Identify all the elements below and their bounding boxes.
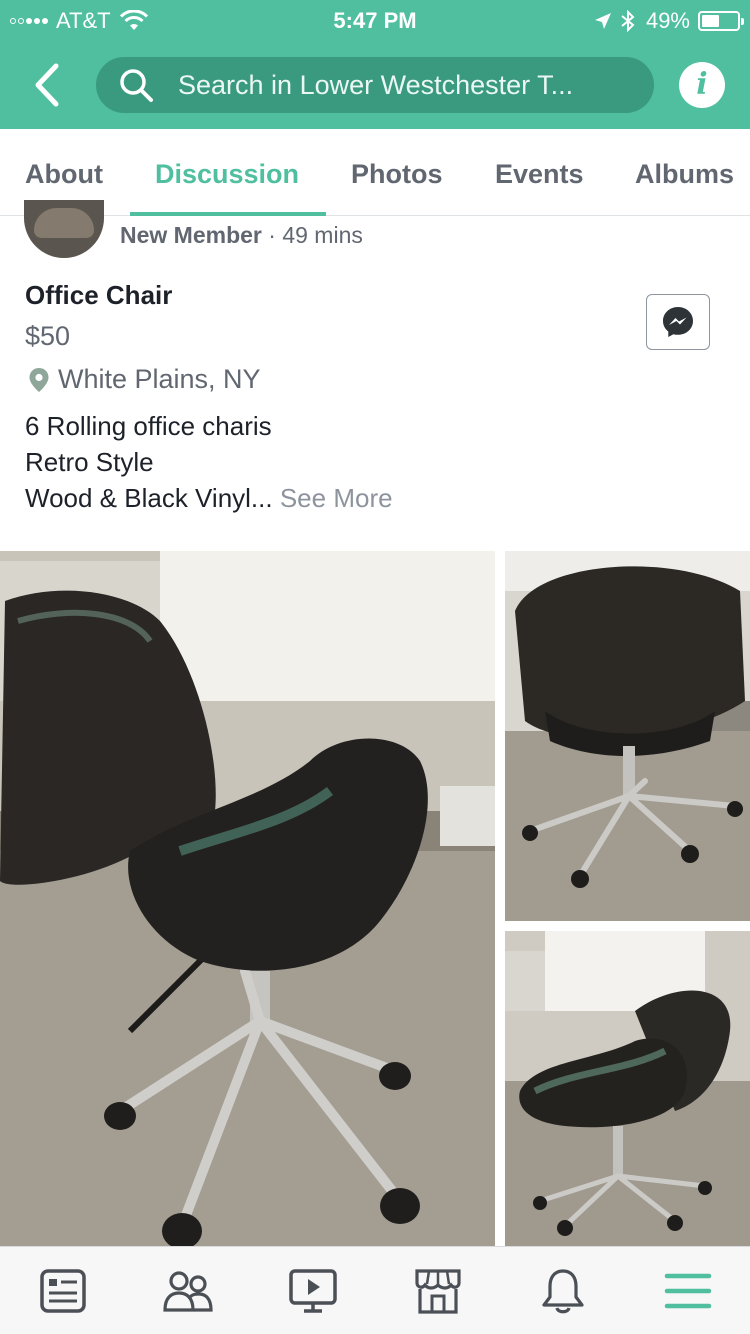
group-search-bar[interactable]: Search in Lower Westchester T... [96, 57, 654, 113]
listing-location: White Plains, NY [28, 364, 261, 395]
chevron-left-icon [35, 63, 59, 107]
description-line: Wood & Black Vinyl... [25, 483, 273, 513]
battery-percent: 49% [645, 8, 690, 33]
listing-photo-main[interactable] [0, 551, 495, 1246]
groups-icon[interactable] [162, 1265, 214, 1317]
info-icon[interactable]: i [679, 62, 725, 108]
active-tab-indicator [130, 212, 326, 216]
status-bar: AT&T 5:47 PM 49% [0, 0, 750, 40]
back-button[interactable] [28, 62, 68, 108]
group-tabs: About Discussion Photos Events Albums [0, 129, 750, 216]
menu-icon[interactable] [662, 1265, 714, 1317]
watch-video-icon[interactable] [287, 1265, 339, 1317]
listing-description: 6 Rolling office charis Retro Style Wood… [25, 408, 393, 516]
post-meta: New Member · 49 mins [120, 222, 363, 249]
listing-photo-back-view[interactable] [505, 551, 750, 921]
battery-icon [698, 11, 744, 31]
notifications-bell-icon[interactable] [537, 1265, 589, 1317]
listing-photo-side-view[interactable] [505, 931, 750, 1246]
location-arrow-icon [594, 13, 611, 29]
bottom-navigation [0, 1246, 750, 1334]
message-seller-button[interactable] [646, 294, 710, 350]
messenger-icon [663, 307, 693, 337]
see-more-link[interactable]: See More [280, 483, 393, 513]
tab-photos[interactable]: Photos [351, 159, 443, 190]
status-right: 49% [594, 8, 744, 34]
description-line: Retro Style [25, 447, 154, 477]
location-text: White Plains, NY [58, 364, 261, 394]
search-icon [120, 69, 153, 102]
app-header: AT&T 5:47 PM 49% Search in Lower Westche… [0, 0, 750, 129]
listing-price: $50 [25, 321, 71, 351]
description-line: 6 Rolling office charis [25, 411, 272, 441]
author-role: New Member [120, 222, 262, 248]
listing-title: Office Chair [25, 280, 173, 310]
meta-separator: · [268, 222, 276, 248]
tab-discussion[interactable]: Discussion [155, 159, 299, 190]
tab-events[interactable]: Events [495, 159, 584, 190]
tab-about[interactable]: About [25, 159, 103, 190]
tab-albums[interactable]: Albums [635, 159, 734, 190]
marketplace-icon[interactable] [412, 1265, 464, 1317]
post-time[interactable]: 49 mins [282, 222, 363, 248]
avatar[interactable] [24, 200, 104, 258]
search-placeholder: Search in Lower Westchester T... [178, 69, 574, 100]
news-feed-icon[interactable] [37, 1265, 89, 1317]
bluetooth-icon [621, 10, 635, 32]
map-pin-icon [29, 367, 49, 392]
